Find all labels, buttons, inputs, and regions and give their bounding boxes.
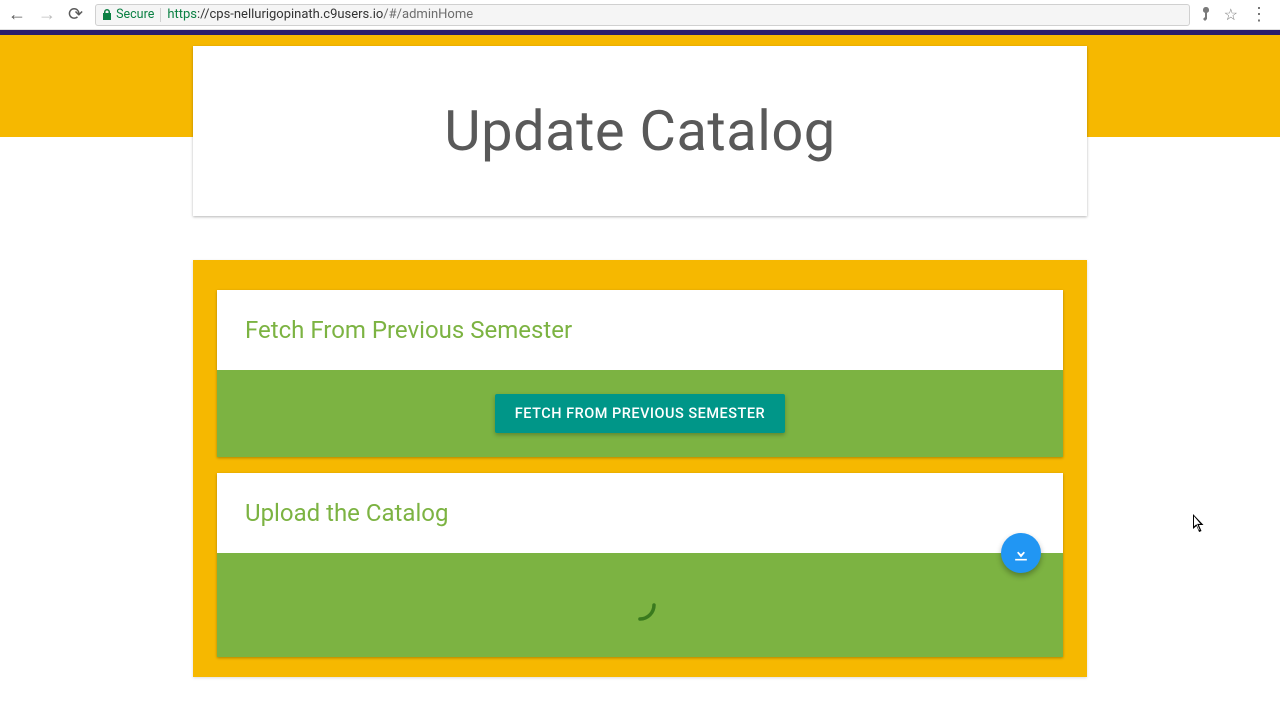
url-host: ://cps-nellurigopinath.c9users.io [197,7,383,22]
download-icon [1011,543,1031,563]
fetch-section-title: Fetch From Previous Semester [245,316,1035,344]
reload-icon[interactable]: ⟳ [68,6,83,24]
secure-badge: Secure [102,7,154,22]
panel-yellow: Fetch From Previous Semester FETCH FROM … [193,260,1087,677]
title-card: Update Catalog [193,46,1087,216]
key-icon[interactable] [1200,7,1212,23]
fetch-section-body: FETCH FROM PREVIOUS SEMESTER [217,370,1063,457]
fetch-section-head: Fetch From Previous Semester [217,290,1063,370]
browser-toolbar: ← → ⟳ Secure https://cps-nellurigopinath… [0,0,1280,30]
page-title: Update Catalog [444,98,835,164]
download-fab[interactable] [1001,533,1041,573]
upload-section: Upload the Catalog [217,473,1063,657]
upload-section-body [217,553,1063,657]
loading-spinner [622,587,658,623]
url-bar[interactable]: Secure https://cps-nellurigopinath.c9use… [95,4,1190,26]
chrome-right-icons: ☆ ⋮ [1200,5,1268,24]
fetch-section: Fetch From Previous Semester FETCH FROM … [217,290,1063,457]
nav-arrows: ← → ⟳ [8,6,83,24]
url-text: https://cps-nellurigopinath.c9users.io/#… [167,7,473,22]
secure-label: Secure [116,7,154,22]
back-icon[interactable]: ← [8,6,26,24]
spinner-icon [622,587,658,623]
url-path: /#/adminHome [383,7,473,22]
forward-icon[interactable]: → [38,6,56,24]
kebab-menu-icon[interactable]: ⋮ [1250,6,1268,24]
upload-section-title: Upload the Catalog [245,499,1035,527]
mouse-cursor-icon [1193,514,1207,534]
url-proto: https [167,7,197,22]
url-separator [160,8,161,22]
fetch-button[interactable]: FETCH FROM PREVIOUS SEMESTER [495,394,785,433]
page-container: Update Catalog Fetch From Previous Semes… [193,46,1087,677]
lock-icon [102,9,112,21]
star-icon[interactable]: ☆ [1224,5,1238,24]
upload-section-head: Upload the Catalog [217,473,1063,553]
